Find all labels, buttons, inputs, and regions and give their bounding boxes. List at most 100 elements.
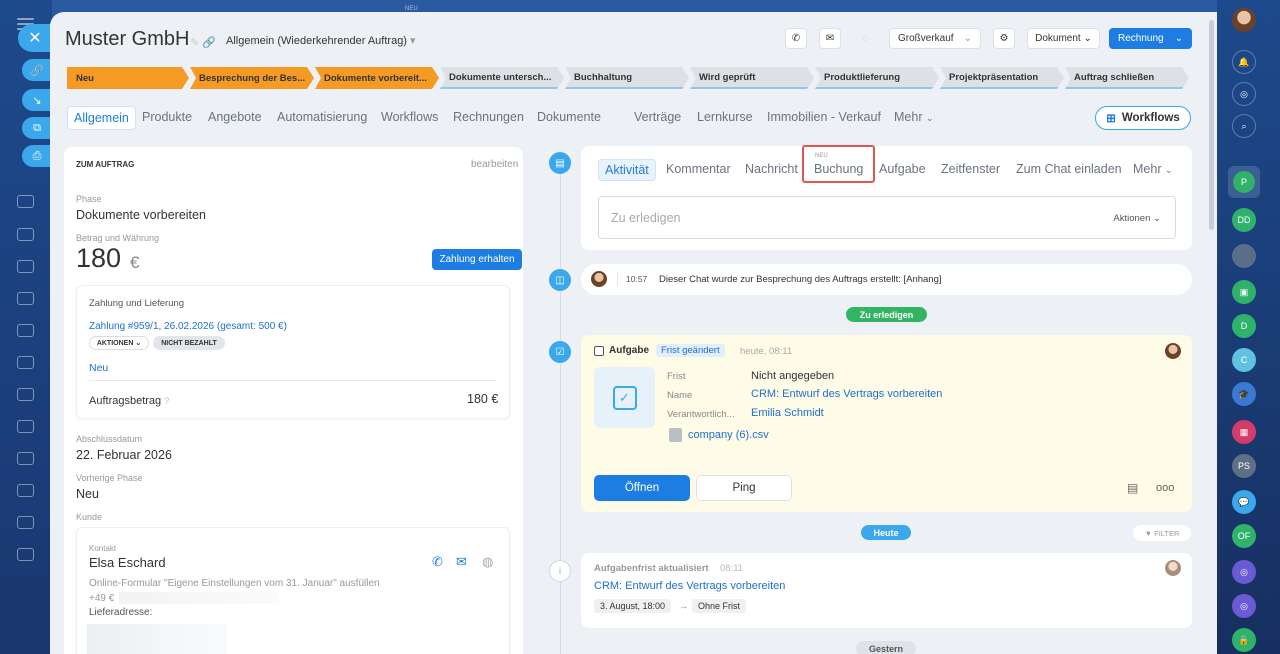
- ping-button[interactable]: Ping: [696, 475, 792, 501]
- contact-name[interactable]: Elsa Eschard: [89, 555, 166, 570]
- phone-icon[interactable]: ✆: [785, 28, 807, 49]
- chat-icon-group[interactable]: ▣: [1232, 280, 1256, 304]
- chat-avatar-photo[interactable]: [1232, 244, 1256, 268]
- order-amount-label-text: Auftragsbetrag: [89, 395, 162, 407]
- contact-phone-icon[interactable]: ✆: [432, 554, 443, 570]
- task-name-link[interactable]: CRM: Entwurf des Vertrags vorbereiten: [751, 388, 942, 400]
- mail-icon[interactable]: [17, 356, 34, 369]
- tab-aktivitaet[interactable]: Aktivität: [598, 159, 656, 181]
- edit-link-icons[interactable]: ✎ 🔗: [190, 36, 216, 49]
- tab-kommentar[interactable]: Kommentar: [666, 162, 731, 176]
- sidebar-icon-3[interactable]: [17, 292, 34, 305]
- bell-icon[interactable]: 🔔: [1232, 50, 1256, 74]
- tab-automatisierung[interactable]: Automatisierung: [277, 110, 367, 124]
- workflows-button[interactable]: ⊞ Workflows: [1095, 106, 1191, 130]
- tab-aufgabe[interactable]: Aufgabe: [879, 162, 926, 176]
- open-button[interactable]: Öffnen: [594, 475, 690, 501]
- link-icon[interactable]: 🔗: [22, 59, 52, 81]
- chat-icon-spiral-2[interactable]: ◎: [1232, 594, 1256, 618]
- close-slider-button[interactable]: ✕: [18, 24, 52, 52]
- stage-buchhaltung[interactable]: Buchhaltung: [565, 67, 689, 89]
- tab-angebote[interactable]: Angebote: [208, 110, 262, 124]
- tab-vertraege[interactable]: Verträge: [634, 110, 681, 124]
- tab-allgemein[interactable]: Allgemein: [67, 106, 136, 130]
- new-payment-link[interactable]: Neu: [89, 362, 108, 374]
- payment-link[interactable]: Zahlung #959/1, 26.02.2026 (gesamt: 500 …: [89, 321, 287, 332]
- sidebar-icon-6[interactable]: [17, 420, 34, 433]
- tab-produkte[interactable]: Produkte: [142, 110, 192, 124]
- contact-chat-icon[interactable]: ◍: [482, 554, 493, 570]
- stage-dokumente-unterschreiben[interactable]: Dokumente untersch...: [440, 67, 564, 89]
- tab-zeitfenster[interactable]: Zeitfenster: [941, 162, 1000, 176]
- chat-icon[interactable]: ◌: [854, 28, 876, 49]
- tab-buchung[interactable]: Buchung: [814, 162, 863, 176]
- pipeline-selector[interactable]: Allgemein (Wiederkehrender Auftrag) ▾: [226, 34, 416, 47]
- update-link[interactable]: CRM: Entwurf des Vertrags vorbereiten: [594, 580, 785, 592]
- search-chat-icon[interactable]: ⌕: [1232, 114, 1256, 138]
- chat-avatar-d[interactable]: D: [1232, 314, 1256, 338]
- print-icon[interactable]: ⎙: [22, 145, 52, 167]
- todo-badge: Zu erledigen: [846, 307, 927, 322]
- chat-icon-bubble[interactable]: 💬: [1232, 490, 1256, 514]
- stage-neu[interactable]: Neu: [67, 67, 189, 89]
- spiral-icon[interactable]: ◎: [1232, 82, 1256, 106]
- todo-input[interactable]: Zu erledigen Aktionen ⌄: [598, 196, 1176, 239]
- responsible-link[interactable]: Emilia Schmidt: [751, 407, 824, 419]
- help-icon[interactable]: ?: [164, 396, 169, 406]
- filter-button[interactable]: ▼ FILTER: [1133, 525, 1191, 541]
- task-checkbox[interactable]: [594, 346, 604, 356]
- document-dropdown[interactable]: Dokument ⌄: [1027, 28, 1100, 49]
- page-title: Muster GmbH: [65, 28, 190, 50]
- stage-dokumente-vorbereiten[interactable]: Dokumente vorbereit...: [315, 67, 439, 89]
- tab-mehr-activity[interactable]: Mehr ⌄: [1133, 162, 1173, 176]
- sidebar-icon-9[interactable]: [17, 548, 34, 561]
- tab-mehr[interactable]: Mehr ⌄: [894, 110, 934, 124]
- note-icon[interactable]: ▤: [1127, 481, 1138, 495]
- scrollbar[interactable]: [1209, 20, 1214, 230]
- sidebar-icon-4[interactable]: [17, 324, 34, 337]
- stage-projektpraesentation[interactable]: Projektpräsentation: [940, 67, 1064, 89]
- edit-link[interactable]: bearbeiten: [471, 159, 518, 170]
- sidebar-icon-7[interactable]: [17, 484, 34, 497]
- payment-received-button[interactable]: Zahlung erhalten: [432, 249, 522, 270]
- open-window-icon[interactable]: ⧉: [22, 117, 52, 139]
- actions-pill[interactable]: AKTIONEN ⌄: [89, 336, 149, 350]
- menu-icon[interactable]: [17, 18, 34, 20]
- tab-zum-chat-einladen[interactable]: Zum Chat einladen: [1016, 162, 1122, 176]
- sidebar-icon-1[interactable]: [17, 195, 34, 208]
- chat-icon-calendar[interactable]: ▦: [1232, 420, 1256, 444]
- chat-avatar-ps[interactable]: PS: [1232, 454, 1256, 478]
- tab-workflows[interactable]: Workflows: [381, 110, 438, 124]
- tab-nachricht[interactable]: Nachricht: [745, 162, 798, 176]
- actions-dropdown[interactable]: Aktionen ⌄: [1113, 213, 1161, 224]
- user-avatar[interactable]: [1232, 8, 1256, 32]
- chat-icon-spiral[interactable]: ◎: [1232, 560, 1256, 584]
- groups-dropdown[interactable]: Großverkauf ⌄: [889, 28, 981, 49]
- chat-icon-edu[interactable]: 🎓: [1232, 382, 1256, 406]
- sidebar-icon-2[interactable]: [17, 260, 34, 273]
- lock-icon[interactable]: 🔒: [1232, 628, 1256, 652]
- sidebar-icon-5[interactable]: [17, 388, 34, 401]
- stage-produktlieferung[interactable]: Produktlieferung: [815, 67, 939, 89]
- contact-mail-icon[interactable]: ✉: [456, 554, 467, 570]
- stage-auftrag-schliessen[interactable]: Auftrag schließen: [1065, 67, 1189, 89]
- tab-rechnungen[interactable]: Rechnungen: [453, 110, 524, 124]
- tab-lernkurse[interactable]: Lernkurse: [697, 110, 753, 124]
- tab-immobilien[interactable]: Immobilien - Verkauf: [767, 110, 881, 124]
- settings-icon[interactable]: ⚙: [993, 28, 1015, 49]
- sidebar-icon-8[interactable]: [17, 516, 34, 529]
- stage-wird-geprueft[interactable]: Wird geprüft: [690, 67, 814, 89]
- invoice-button[interactable]: Rechnung ⌄: [1109, 28, 1192, 49]
- chat-avatar-of[interactable]: OF: [1232, 524, 1256, 548]
- mail-icon[interactable]: ✉: [819, 28, 841, 49]
- chat-avatar-c[interactable]: C: [1232, 348, 1256, 372]
- chat-avatar-dd[interactable]: DD: [1232, 208, 1256, 232]
- arrow-down-icon[interactable]: ↘: [22, 89, 52, 111]
- stage-besprechung[interactable]: Besprechung der Bes...: [190, 67, 314, 89]
- active-chat-item[interactable]: P: [1228, 166, 1260, 198]
- file-link[interactable]: company (6).csv: [688, 429, 769, 441]
- more-icon[interactable]: ooo: [1156, 482, 1174, 494]
- cart-icon[interactable]: [17, 452, 34, 465]
- calendar-icon[interactable]: [17, 228, 34, 241]
- tab-dokumente[interactable]: Dokumente: [537, 110, 601, 124]
